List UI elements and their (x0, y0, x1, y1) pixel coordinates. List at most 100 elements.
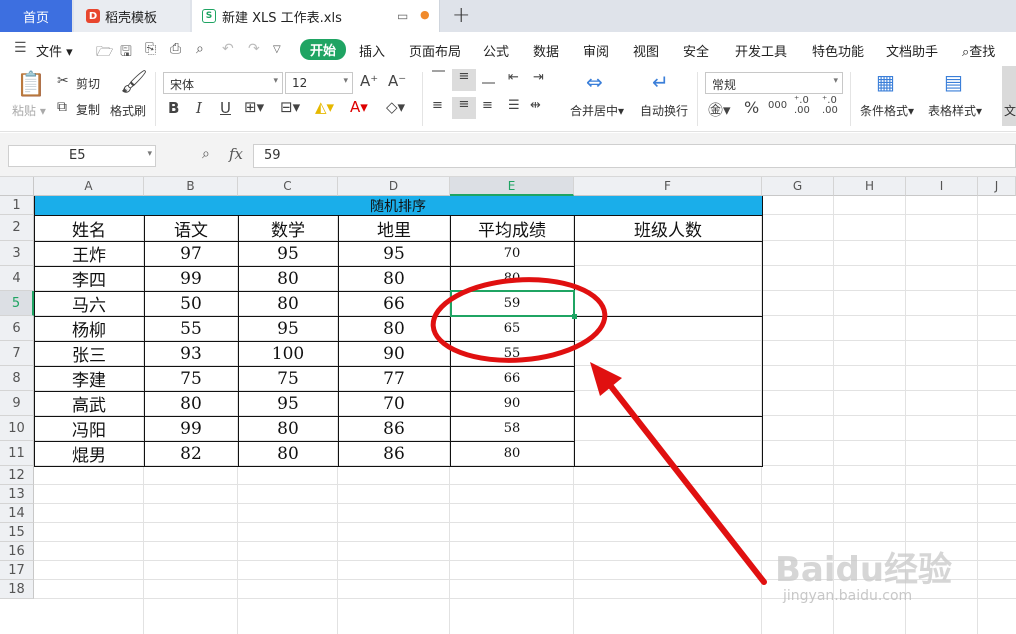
menu-page-layout[interactable]: 页面布局 (409, 41, 461, 60)
data-cell[interactable]: 90 (338, 341, 450, 366)
undo-icon[interactable]: ↶ (222, 41, 234, 57)
data-cell[interactable]: 80 (338, 266, 450, 291)
row-header[interactable]: 6 (0, 316, 34, 341)
table-style-button[interactable]: 表格样式▾ (928, 102, 982, 119)
menu-review[interactable]: 审阅 (583, 41, 609, 60)
row-header[interactable]: 9 (0, 391, 34, 416)
column-header[interactable]: H (834, 177, 906, 196)
data-cell[interactable]: 82 (144, 441, 238, 466)
data-cell[interactable]: 66 (450, 366, 574, 391)
data-cell[interactable]: 80 (238, 416, 338, 441)
row-header[interactable]: 1 (0, 196, 34, 215)
row-header[interactable]: 13 (0, 485, 34, 504)
column-header[interactable]: G (762, 177, 834, 196)
paste-icon[interactable]: 📋 (16, 70, 46, 98)
fill-color-icon[interactable]: ◭▾ (315, 98, 334, 116)
borders-icon[interactable]: ⊞▾ (244, 98, 264, 116)
merge-center-button[interactable]: 合并居中▾ (570, 102, 624, 119)
tab-template[interactable]: D 稻壳模板 (74, 0, 190, 32)
row-header[interactable]: 3 (0, 241, 34, 266)
data-cell[interactable]: 80 (450, 441, 574, 466)
data-cell[interactable]: 70 (450, 241, 574, 266)
redo-icon[interactable]: ↷ (248, 41, 260, 57)
name-box[interactable]: E5 (8, 145, 156, 167)
new-tab-plus-icon[interactable]: + (452, 3, 470, 28)
font-name-select[interactable]: 宋体 (163, 72, 283, 94)
menu-special[interactable]: 特色功能 (812, 41, 864, 60)
increase-decimal-button[interactable]: ⁺.0 .00 (794, 96, 814, 116)
format-painter-button[interactable]: 格式刷 (110, 102, 146, 119)
font-color-icon[interactable]: A▾ (350, 98, 368, 116)
menu-search[interactable]: ⌕查找 (962, 41, 995, 60)
align-center-icon[interactable]: ≡ (452, 97, 476, 119)
percent-button[interactable]: % (744, 98, 759, 117)
align-top-icon[interactable]: ⎺ (432, 70, 445, 85)
justify-icon[interactable]: ☰ (508, 98, 520, 113)
data-cell[interactable]: 王炸 (34, 241, 144, 266)
scissors-icon[interactable]: ✂ (57, 73, 69, 89)
formula-input[interactable]: 59 (253, 144, 1016, 168)
align-right-icon[interactable]: ≡ (482, 98, 493, 113)
sheet-title-cell[interactable]: 随机排序 (34, 196, 762, 215)
data-cell[interactable]: 80 (144, 391, 238, 416)
data-cell[interactable]: 58 (450, 416, 574, 441)
table-style-icon[interactable]: ▤ (944, 70, 963, 94)
menu-data[interactable]: 数据 (533, 41, 559, 60)
window-icon[interactable]: ▭ (397, 9, 408, 23)
row-header[interactable]: 11 (0, 441, 34, 466)
row-header[interactable]: 14 (0, 504, 34, 523)
data-cell[interactable]: 70 (338, 391, 450, 416)
data-cell[interactable]: 55 (144, 316, 238, 341)
hamburger-icon[interactable]: ☰ (14, 40, 27, 56)
header-cell[interactable]: 数学 (238, 215, 338, 241)
row-header[interactable]: 12 (0, 466, 34, 485)
shrink-font-icon[interactable]: A⁻ (388, 72, 406, 90)
data-cell[interactable]: 冯阳 (34, 416, 144, 441)
row-header[interactable]: 2 (0, 215, 34, 241)
column-header[interactable]: C (238, 177, 338, 196)
data-cell[interactable]: 86 (338, 416, 450, 441)
column-header[interactable]: A (34, 177, 144, 196)
thousands-button[interactable]: 000 (768, 100, 787, 111)
menu-formula[interactable]: 公式 (483, 41, 509, 60)
data-cell[interactable]: 99 (144, 416, 238, 441)
row-header[interactable]: 18 (0, 580, 34, 599)
data-cell[interactable]: 66 (338, 291, 450, 316)
row-header[interactable]: 16 (0, 542, 34, 561)
fill-handle[interactable] (572, 314, 577, 319)
menu-dev-tools[interactable]: 开发工具 (735, 41, 787, 60)
increase-indent-icon[interactable]: ⇥ (533, 70, 544, 85)
row-header[interactable]: 4 (0, 266, 34, 291)
column-header[interactable]: D (338, 177, 450, 196)
header-cell[interactable]: 语文 (144, 215, 238, 241)
italic-button[interactable]: I (196, 99, 202, 117)
header-cell[interactable]: 姓名 (34, 215, 144, 241)
data-cell[interactable]: 95 (238, 391, 338, 416)
unsaved-dot-icon[interactable]: ● (420, 8, 430, 21)
column-header[interactable]: I (906, 177, 978, 196)
print-preview-icon[interactable]: ⌕ (196, 41, 204, 57)
data-cell[interactable]: 99 (144, 266, 238, 291)
distributed-icon[interactable]: ⇹ (530, 98, 541, 113)
header-cell[interactable]: 班级人数 (574, 215, 762, 241)
underline-button[interactable]: U (220, 99, 231, 117)
data-cell[interactable]: 高武 (34, 391, 144, 416)
fx-icon[interactable]: fx (229, 145, 243, 163)
conditional-format-button[interactable]: 条件格式▾ (860, 102, 914, 119)
data-cell[interactable]: 90 (450, 391, 574, 416)
data-cell[interactable]: 80 (450, 266, 574, 291)
bold-button[interactable]: B (168, 99, 179, 117)
align-left-icon[interactable]: ≡ (432, 98, 443, 113)
column-header[interactable]: E (450, 177, 574, 196)
menu-file[interactable]: 文件 ▾ (36, 41, 73, 60)
align-bottom-icon[interactable]: ⎽ (482, 70, 495, 85)
data-cell[interactable]: 马六 (34, 291, 144, 316)
data-cell[interactable]: 李四 (34, 266, 144, 291)
row-header[interactable]: 17 (0, 561, 34, 580)
row-header[interactable]: 10 (0, 416, 34, 441)
data-cell[interactable]: 86 (338, 441, 450, 466)
number-format-select[interactable]: 常规 (705, 72, 843, 94)
row-header[interactable]: 8 (0, 366, 34, 391)
menu-start[interactable]: 开始 (300, 39, 347, 60)
data-cell[interactable]: 80 (238, 266, 338, 291)
